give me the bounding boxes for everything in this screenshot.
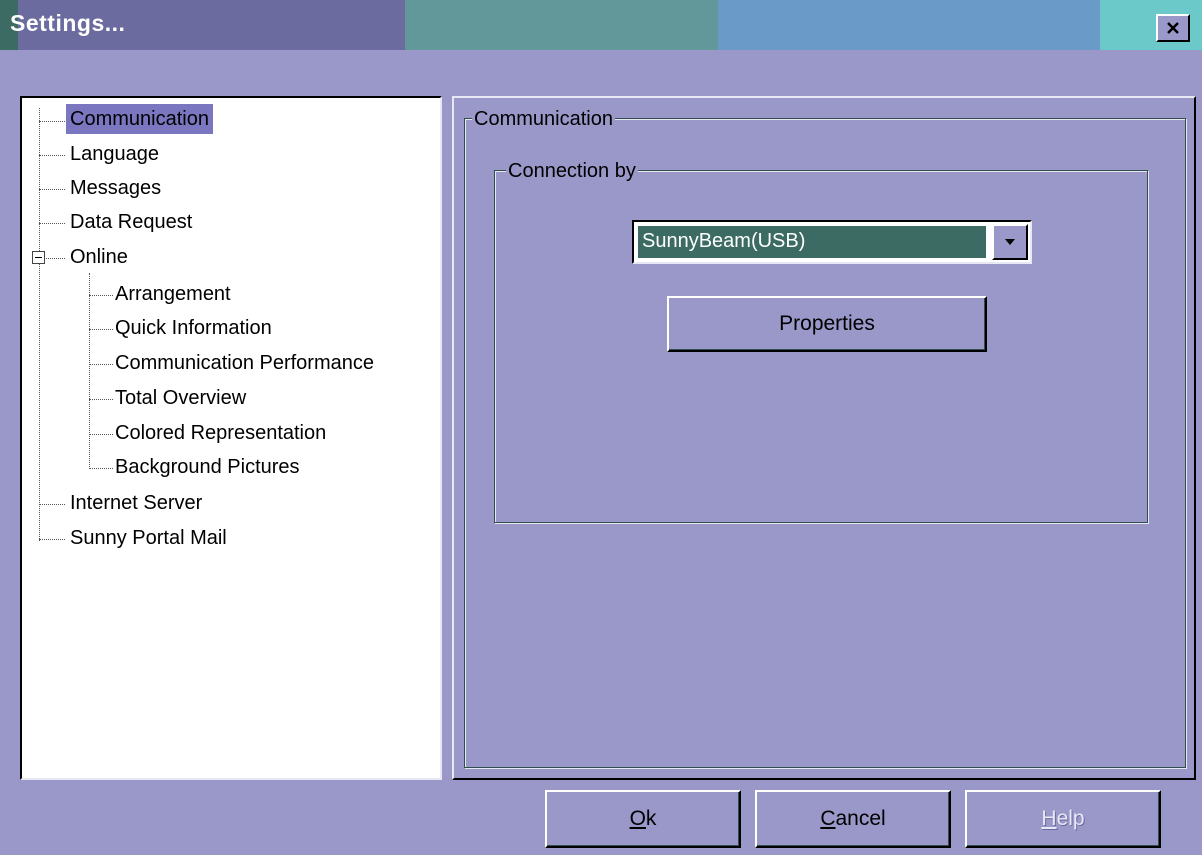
close-icon — [1167, 22, 1179, 34]
tree-connector — [39, 539, 65, 540]
cancel-button[interactable]: Cancel — [755, 790, 951, 848]
help-button[interactable]: Help — [965, 790, 1161, 848]
tree-connector — [89, 295, 113, 296]
tree-connector — [89, 329, 113, 330]
ok-label: k — [645, 807, 657, 830]
tree-item-communication[interactable]: Communication — [66, 104, 213, 134]
help-mnemonic: H — [1041, 807, 1057, 830]
tree-item-internet-server[interactable]: Internet Server — [70, 488, 202, 518]
tree-item-quick-information[interactable]: Quick Information — [115, 313, 272, 343]
tree-connector — [89, 364, 113, 365]
tree-connector — [89, 399, 113, 400]
properties-button[interactable]: Properties — [667, 296, 987, 352]
tree-item-data-request[interactable]: Data Request — [70, 207, 192, 237]
tree-item-messages[interactable]: Messages — [70, 173, 161, 203]
dropdown-button[interactable] — [992, 224, 1028, 260]
window-title: Settings... — [10, 10, 126, 36]
tree-item-arrangement[interactable]: Arrangement — [115, 279, 231, 309]
tree-connector — [39, 108, 40, 541]
tree-item-total-overview[interactable]: Total Overview — [115, 383, 246, 413]
tree-item-communication-performance[interactable]: Communication Performance — [115, 348, 374, 378]
settings-dialog: Settings... Communication Language Messa… — [0, 0, 1202, 855]
tree-item-language[interactable]: Language — [70, 139, 159, 169]
connection-select-value: SunnyBeam(USB) — [637, 225, 987, 259]
tree-item-colored-representation[interactable]: Colored Representation — [115, 418, 326, 448]
cancel-mnemonic: C — [820, 807, 836, 830]
close-button[interactable] — [1156, 14, 1190, 42]
tree-item-background-pictures[interactable]: Background Pictures — [115, 452, 300, 482]
tree-connector — [39, 189, 65, 190]
tree-connector — [89, 273, 90, 469]
connection-select[interactable]: SunnyBeam(USB) — [632, 220, 1032, 264]
tree-connector — [39, 155, 65, 156]
help-label: elp — [1056, 807, 1085, 830]
tree-connector — [46, 258, 65, 259]
ok-mnemonic: O — [629, 807, 646, 830]
tree-connector — [39, 504, 65, 505]
settings-tree[interactable]: Communication Language Messages Data Req… — [20, 96, 442, 780]
minus-box-icon[interactable] — [32, 251, 45, 264]
communication-group-label: Communication — [472, 108, 615, 130]
ok-button[interactable]: Ok — [545, 790, 741, 848]
tree-item-sunny-portal-mail[interactable]: Sunny Portal Mail — [70, 523, 227, 553]
connection-group-label: Connection by — [506, 160, 638, 182]
tree-connector — [89, 434, 113, 435]
tree-connector — [39, 121, 65, 122]
chevron-down-icon — [1005, 239, 1015, 245]
tree-item-online[interactable]: Online — [70, 242, 128, 272]
tree-connector — [39, 223, 65, 224]
cancel-label: ancel — [835, 807, 886, 830]
tree-connector — [89, 468, 113, 469]
title-bar[interactable]: Settings... — [0, 0, 1202, 50]
